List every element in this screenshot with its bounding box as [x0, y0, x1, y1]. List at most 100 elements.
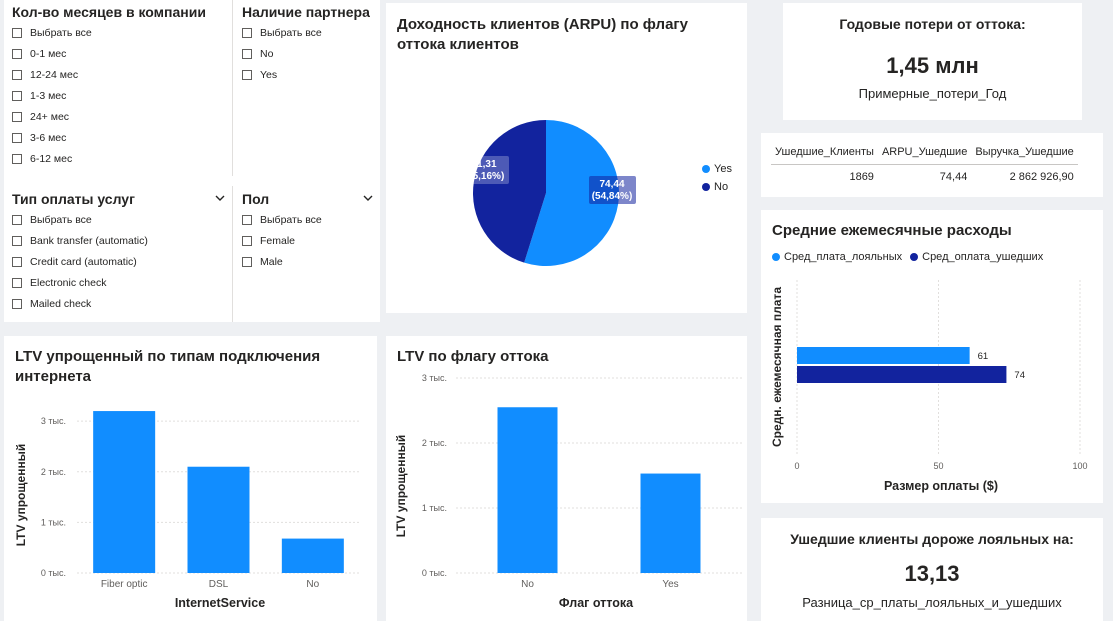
checkbox[interactable] [12, 277, 22, 288]
checkbox[interactable] [12, 235, 22, 246]
table-row: 1869 74,44 2 862 926,90 [771, 165, 1078, 183]
partner-option-label: No [260, 47, 274, 60]
pie-chart-card: Доходность клиентов (ARPU) по флагу отто… [386, 3, 747, 313]
bar[interactable] [640, 473, 701, 573]
legend-item-no[interactable]: No [702, 181, 732, 193]
checkbox[interactable] [242, 27, 252, 38]
legend-dot [702, 183, 710, 191]
x-axis-title: InternetService [175, 596, 265, 610]
tenure-option[interactable]: 3-6 мес [12, 127, 92, 148]
y-tick-label: 1 тыс. [41, 517, 66, 527]
monthly-payment-card: Средние ежемесячные расходы Сред_плата_л… [761, 210, 1103, 503]
kpi-diff-label: Разница_ср_платы_лояльных_и_ушедших [802, 595, 1062, 610]
bar[interactable] [497, 407, 558, 573]
slicer-divider [232, 0, 233, 176]
partner-option[interactable]: No [242, 43, 322, 64]
slicer-partner-list: Выбрать все No Yes [242, 22, 322, 85]
chevron-down-icon[interactable] [214, 192, 226, 204]
x-tick-label: DSL [209, 579, 229, 590]
checkbox[interactable] [12, 214, 22, 225]
gender-option[interactable]: Female [242, 230, 322, 251]
y-tick-label: 0 тыс. [41, 568, 66, 578]
tenure-option[interactable]: 0-1 мес [12, 43, 92, 64]
x-tick-label: No [521, 579, 534, 590]
legend-item-yes[interactable]: Yes [702, 163, 732, 175]
y-tick-label: 2 тыс. [422, 438, 447, 448]
checkbox[interactable] [12, 111, 22, 122]
y-tick-label: 3 тыс. [422, 373, 447, 383]
checkbox[interactable] [12, 90, 22, 101]
tenure-option[interactable]: 1-3 мес [12, 85, 92, 106]
payment-option-label: Mailed check [30, 297, 92, 310]
ltv-churn-card: LTV по флагу оттока LTV упрощенный Флаг … [386, 336, 747, 621]
tenure-option-label: 6-12 мес [30, 152, 73, 165]
tenure-option-label: 24+ мес [30, 110, 70, 123]
partner-option-label: Yes [260, 68, 278, 81]
chevron-down-icon[interactable] [362, 192, 374, 204]
monthly-bar-chart: Средн. ежемесячная плата Размер оплаты (… [770, 280, 1088, 493]
slicer-divider [232, 186, 233, 322]
gender-option[interactable]: Male [242, 251, 322, 272]
kpi-annual-loss-value: 1,45 млн [886, 53, 979, 78]
bar[interactable] [797, 347, 970, 364]
tenure-option[interactable]: Выбрать все [12, 22, 92, 43]
payment-option-label: Electronic check [30, 276, 107, 289]
ltv-churn-bar-chart: LTV упрощенный Флаг оттока 0 тыс. 1 тыс. 2… [394, 373, 742, 610]
checkbox[interactable] [242, 69, 252, 80]
data-label-yes: 74,44 (54,84%) [589, 176, 636, 204]
kpi-annual-loss-card: Годовые потери от оттока: 1,45 млн Приме… [783, 3, 1082, 120]
slicers-panel: Кол-во месяцев в компании Выбрать все 0-1… [4, 0, 380, 322]
tenure-option[interactable]: 24+ мес [12, 106, 92, 127]
gender-option[interactable]: Выбрать все [242, 209, 322, 230]
table-cell: 1869 [849, 171, 874, 183]
checkbox[interactable] [242, 256, 252, 267]
x-tick-label: Fiber optic [101, 579, 148, 590]
pie-legend: Yes No [702, 163, 732, 193]
tenure-option-label: 0-1 мес [30, 47, 67, 60]
checkbox[interactable] [242, 214, 252, 225]
kpi-diff-title: Ушедшие клиенты дороже лояльных на: [790, 531, 1074, 547]
bar[interactable] [797, 366, 1007, 383]
bar[interactable] [93, 411, 156, 573]
tenure-option-label: 3-6 мес [30, 131, 67, 144]
checkbox[interactable] [242, 235, 252, 246]
bar[interactable] [281, 538, 344, 573]
payment-option[interactable]: Bank transfer (automatic) [12, 230, 148, 251]
slicer-gender-list: Выбрать все Female Male [242, 209, 322, 272]
checkbox[interactable] [12, 153, 22, 164]
x-tick-label: No [306, 579, 319, 590]
svg-text:74,44: 74,44 [599, 179, 624, 190]
tenure-option[interactable]: 6-12 мес [12, 148, 92, 169]
table-header[interactable]: Ушедшие_Клиенты [771, 146, 878, 165]
x-tick-label: 50 [933, 461, 943, 471]
partner-option-label: Выбрать все [260, 26, 322, 39]
partner-option[interactable]: Yes [242, 64, 322, 85]
checkbox[interactable] [12, 48, 22, 59]
ltv-internet-card: LTV упрощенный по типам подключения инте… [4, 336, 377, 621]
payment-option[interactable]: Electronic check [12, 272, 148, 293]
y-tick-label: 1 тыс. [422, 503, 447, 513]
churn-table: Ушедшие_Клиенты ARPU_Ушедшие Выручка_Уше… [771, 146, 1078, 183]
bar[interactable] [187, 466, 250, 573]
x-tick-label: 0 [794, 461, 799, 471]
partner-option[interactable]: Выбрать все [242, 22, 322, 43]
kpi-diff-card: Ушедшие клиенты дороже лояльных на: 13,1… [761, 518, 1103, 621]
checkbox[interactable] [12, 298, 22, 309]
payment-option[interactable]: Выбрать все [12, 209, 148, 230]
tenure-option-label: 1-3 мес [30, 89, 67, 102]
table-header[interactable]: ARPU_Ушедшие [877, 146, 972, 165]
checkbox[interactable] [12, 256, 22, 267]
table-header[interactable]: Выручка_Ушедшие [971, 146, 1078, 165]
checkbox[interactable] [242, 48, 252, 59]
payment-option[interactable]: Mailed check [12, 293, 148, 314]
gender-option-label: Male [260, 255, 283, 268]
payment-option[interactable]: Credit card (automatic) [12, 251, 148, 272]
checkbox[interactable] [12, 69, 22, 80]
checkbox[interactable] [12, 132, 22, 143]
tenure-option[interactable]: 12-24 мес [12, 64, 92, 85]
legend-dot [702, 165, 710, 173]
checkbox[interactable] [12, 27, 22, 38]
y-axis-title: LTV упрощенный [394, 435, 408, 538]
y-axis-title: Средн. ежемесячная плата [770, 287, 784, 447]
tenure-option-label: 12-24 мес [30, 68, 79, 81]
